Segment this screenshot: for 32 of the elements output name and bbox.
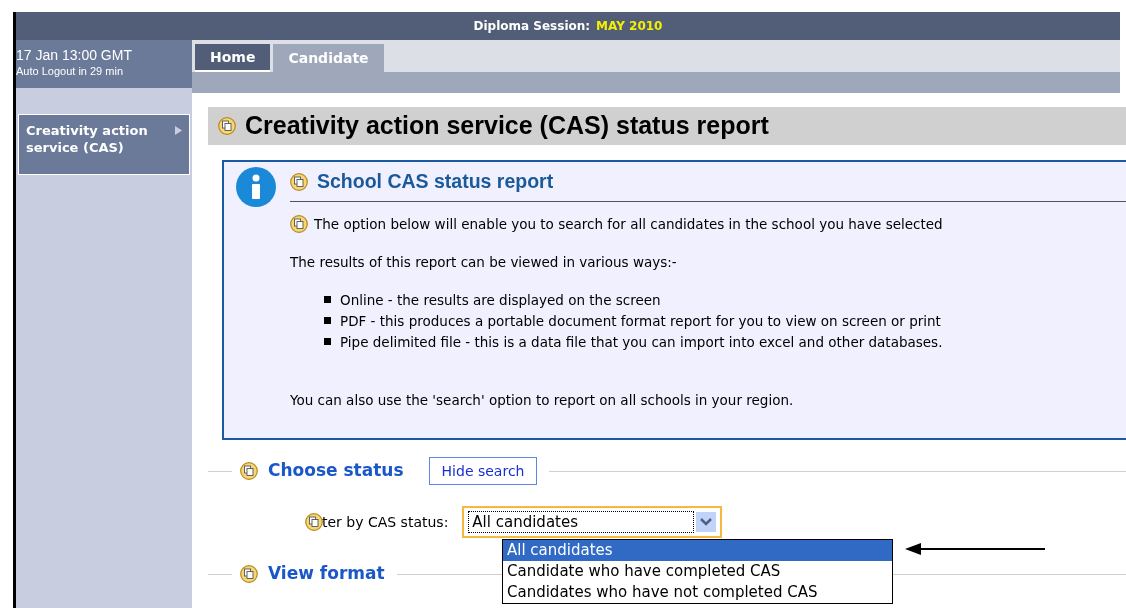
section-heading: View format [268,562,385,586]
session-label: Diploma Session: [473,18,591,35]
session-time: 17 Jan 13:00 GMT [16,47,133,64]
footer-text: You can also use the 'search' option to report on all schools in your region. [290,391,795,411]
copy-icon [305,513,323,531]
sidebar-item[interactable]: Creativity action service (CAS) [18,114,190,175]
session-value: MAY 2010 [596,18,663,35]
dropdown-option[interactable]: All candidates [503,540,892,561]
bullet-text: Online - the results are displayed on the screen [340,290,661,310]
info-box-title: School CAS status report [317,168,554,194]
copy-icon [290,215,308,233]
bullet-icon [324,296,331,304]
bullet-text: Pipe delimited file - this is a data file that you can import into excel and other databases. [340,332,943,352]
copy-icon [218,117,236,135]
bullet-text: PDF - this produces a portable document format report for you to view on screen or print [340,311,941,331]
copy-icon [240,565,258,583]
bullet-icon [324,317,331,325]
dropdown-caret-icon [696,512,717,532]
results-heading: The results of this report can be viewed in various ways:- [290,253,678,272]
bullet-icon [324,338,331,346]
tab[interactable]: Home [195,44,271,72]
page-title: Creativity action service (CAS) status report [245,110,769,142]
filter-label: ter by CAS status: [322,512,449,532]
hide-search-button[interactable]: Hide search [428,457,538,485]
triangle-right-icon [175,126,182,135]
section-heading: Choose status [268,459,404,483]
info-icon [235,166,277,208]
copy-icon [240,462,258,480]
copy-icon [290,172,308,191]
auto-logout-text: Auto Logout in 29 min [16,64,125,78]
intro-text: The option below will enable you to search for all candidates in the school you have selected [314,214,943,234]
status-select[interactable]: All candidates [462,506,723,538]
